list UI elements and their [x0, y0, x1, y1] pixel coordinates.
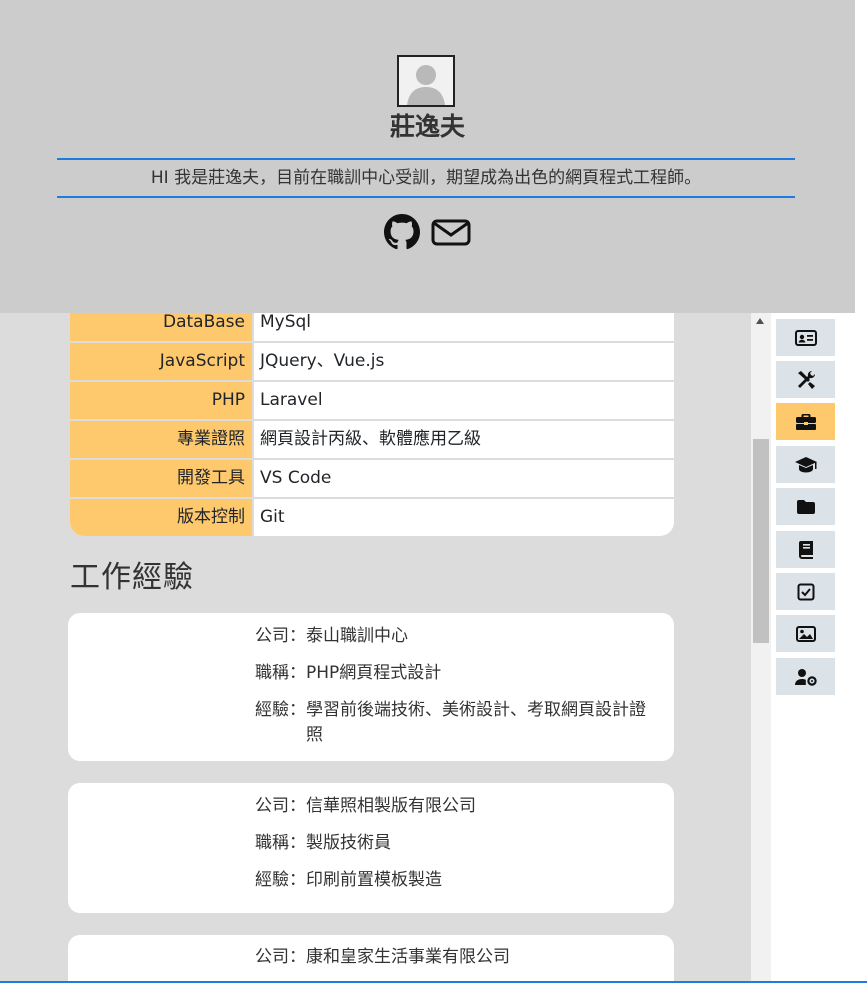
book-icon — [798, 540, 813, 559]
user-cog-icon — [794, 668, 817, 686]
job-card: 公司： 信華照相製版有限公司 職稱： 製版技術員 經驗： 印刷前置模板製造 — [68, 783, 674, 913]
tools-icon — [797, 370, 815, 389]
table-row: 開發工具 VS Code — [70, 460, 674, 499]
company-label: 公司： — [255, 626, 306, 646]
skill-key: PHP — [70, 382, 252, 419]
experience-value: 印刷前置模板製造 — [306, 870, 442, 890]
nav-contact-button[interactable] — [776, 658, 835, 695]
side-nav — [771, 313, 867, 983]
graduation-cap-icon — [794, 456, 817, 472]
id-card-icon — [794, 329, 817, 346]
image-icon — [795, 625, 816, 642]
github-icon — [384, 214, 420, 250]
user-avatar-icon — [399, 57, 453, 105]
title-label: 職稱： — [255, 663, 306, 683]
work-experience-heading: 工作經驗 — [70, 560, 194, 595]
skill-key: 版本控制 — [70, 499, 252, 536]
company-value: 信華照相製版有限公司 — [306, 796, 476, 816]
company-label: 公司： — [255, 796, 306, 816]
folder-icon — [796, 499, 815, 514]
skill-value: JQuery、Vue.js — [252, 343, 674, 380]
job-card: 公司： 康和皇家生活事業有限公司 — [68, 935, 674, 983]
table-row: JavaScript JQuery、Vue.js — [70, 343, 674, 382]
nav-profile-button[interactable] — [776, 319, 835, 356]
experience-label: 經驗： — [255, 870, 306, 890]
table-row: PHP Laravel — [70, 382, 674, 421]
nav-book-button[interactable] — [776, 531, 835, 568]
check-square-icon — [797, 583, 814, 600]
job-company: 公司： 康和皇家生活事業有限公司 — [255, 945, 660, 970]
skill-key: 專業證照 — [70, 421, 252, 458]
email-link[interactable] — [431, 214, 471, 250]
title-value: 製版技術員 — [306, 833, 391, 853]
company-value: 泰山職訓中心 — [306, 626, 408, 646]
title-label: 職稱： — [255, 833, 306, 853]
scroll-up-arrow-icon[interactable] — [756, 318, 764, 324]
title-value: PHP網頁程式設計 — [306, 663, 442, 683]
skill-key: 開發工具 — [70, 460, 252, 497]
social-links — [383, 214, 471, 250]
nav-education-button[interactable] — [776, 446, 835, 483]
briefcase-icon — [795, 413, 816, 430]
scrollbar[interactable] — [751, 313, 771, 983]
nav-skills-button[interactable] — [776, 361, 835, 398]
avatar — [397, 55, 455, 107]
job-card: 公司： 泰山職訓中心 職稱： PHP網頁程式設計 經驗： 學習前後端技術、美術設… — [68, 613, 674, 761]
skill-value: Laravel — [252, 382, 674, 419]
job-experience: 經驗： 印刷前置模板製造 — [255, 868, 660, 893]
job-experience: 經驗： 學習前後端技術、美術設計、考取網頁設計證照 — [255, 698, 660, 748]
experience-label: 經驗： — [255, 700, 306, 720]
nav-checklist-button[interactable] — [776, 573, 835, 610]
skill-key: JavaScript — [70, 343, 252, 380]
skill-value: 網頁設計丙級、軟體應用乙級 — [252, 421, 674, 458]
scroll-thumb[interactable] — [753, 439, 769, 643]
job-title: 職稱： PHP網頁程式設計 — [255, 661, 660, 686]
profile-name: 莊逸夫 — [389, 112, 465, 141]
table-row: 版本控制 Git — [70, 499, 674, 536]
job-company: 公司： 泰山職訓中心 — [255, 624, 660, 649]
profile-intro: HI 我是莊逸夫，目前在職訓中心受訓，期望成為出色的網頁程式工程師。 — [57, 158, 795, 198]
skill-value: VS Code — [252, 460, 674, 497]
table-row: 專業證照 網頁設計丙級、軟體應用乙級 — [70, 421, 674, 460]
github-link[interactable] — [383, 214, 421, 250]
nav-projects-button[interactable] — [776, 488, 835, 525]
mail-icon — [431, 219, 471, 246]
skill-value: Git — [252, 499, 674, 536]
nav-gallery-button[interactable] — [776, 615, 835, 652]
nav-work-button[interactable] — [776, 403, 835, 440]
experience-value: 學習前後端技術、美術設計、考取網頁設計證照 — [306, 700, 646, 745]
profile-header: 莊逸夫 HI 我是莊逸夫，目前在職訓中心受訓，期望成為出色的網頁程式工程師。 — [0, 0, 855, 313]
job-title: 職稱： 製版技術員 — [255, 831, 660, 856]
company-label: 公司： — [255, 947, 306, 967]
skills-table: DataBase MySql JavaScript JQuery、Vue.js … — [70, 304, 674, 536]
job-company: 公司： 信華照相製版有限公司 — [255, 794, 660, 819]
company-value: 康和皇家生活事業有限公司 — [306, 947, 510, 967]
